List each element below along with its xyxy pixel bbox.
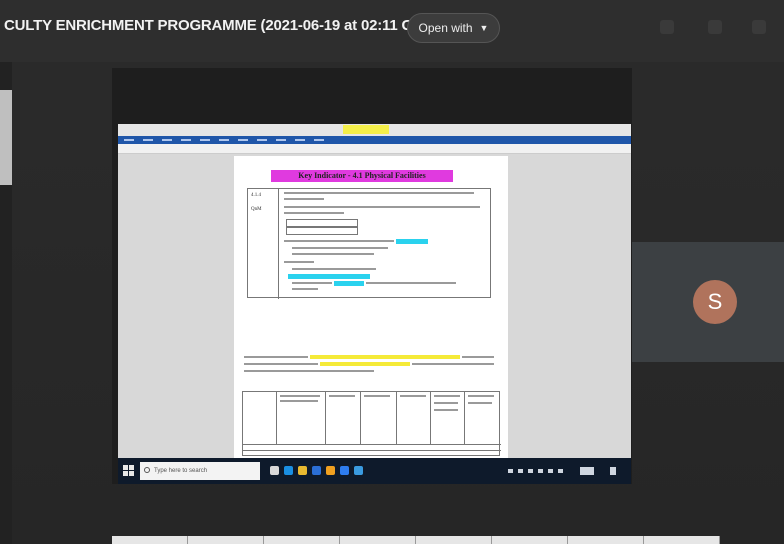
bottom-strip [112, 536, 720, 544]
word-title-bar [118, 124, 631, 136]
store-icon[interactable] [312, 466, 321, 475]
row-id: 4.1.4 [251, 193, 261, 198]
search-placeholder: Type here to search [154, 468, 208, 474]
expenditure-table [242, 391, 501, 456]
open-with-button[interactable]: Open with ▼ [407, 13, 500, 43]
participant-tile: S [632, 242, 784, 362]
left-panel [0, 62, 12, 544]
document-page: Key Indicator - 4.1 Physical Facilities … [234, 156, 508, 458]
windows-taskbar: Type here to search [118, 458, 631, 484]
task-view-icon[interactable] [270, 466, 279, 475]
more-options-icon[interactable] [752, 20, 766, 34]
caret-down-icon: ▼ [479, 23, 489, 33]
app-icon[interactable] [326, 466, 335, 475]
search-icon [144, 467, 150, 473]
app-icon[interactable] [354, 466, 363, 475]
word-ribbon-tabs [118, 136, 631, 144]
indicator-table: 4.1.4 QnM [247, 188, 491, 299]
participant-avatar: S [693, 280, 737, 324]
word-window: Key Indicator - 4.1 Physical Facilities … [118, 124, 631, 458]
open-with-label: Open with [418, 21, 473, 35]
edge-browser-icon[interactable] [284, 466, 293, 475]
top-bar: CULTY ENRICHMENT PROGRAMME (2021-06-19 a… [0, 0, 784, 62]
document-heading: Key Indicator - 4.1 Physical Facilities [271, 170, 453, 182]
meeting-viewer: CULTY ENRICHMENT PROGRAMME (2021-06-19 a… [0, 0, 784, 544]
word-toolbar [118, 144, 631, 154]
taskbar-search-input[interactable]: Type here to search [140, 462, 260, 480]
windows-start-icon[interactable] [123, 465, 134, 476]
word-app-icon[interactable] [340, 466, 349, 475]
add-people-icon[interactable] [660, 20, 674, 34]
file-explorer-icon[interactable] [298, 466, 307, 475]
row-id: QnM [251, 207, 262, 212]
print-icon[interactable] [708, 20, 722, 34]
page-title: CULTY ENRICHMENT PROGRAMME (2021-06-19 a… [4, 17, 452, 34]
